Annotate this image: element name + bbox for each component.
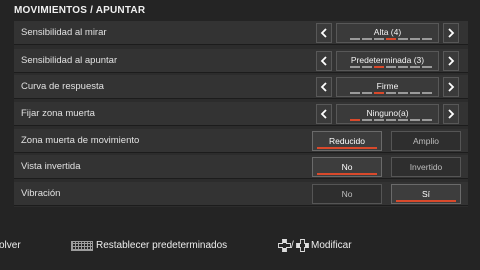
arrow-right-button[interactable] <box>443 77 459 97</box>
dpad-up-down-icon <box>278 239 291 252</box>
step-tick <box>398 38 408 40</box>
step-tick <box>422 66 432 68</box>
row-movement-deadzone: Zona muerta de movimiento Reducido Ampli… <box>14 129 468 153</box>
step-tick <box>374 38 384 40</box>
back-hint[interactable]: olver <box>0 240 21 251</box>
chevron-left-icon <box>320 56 327 66</box>
selector-value: Alta (4) <box>373 27 402 37</box>
chevron-left-icon <box>320 28 327 38</box>
modify-hint[interactable]: Modificar <box>311 240 352 251</box>
keyboard-icon <box>71 241 93 251</box>
step-tick <box>398 92 408 94</box>
step-tick <box>350 38 360 40</box>
row-response-curve[interactable]: Curva de respuesta Firme <box>14 75 468 99</box>
step-tick <box>374 66 384 68</box>
step-tick <box>398 119 408 121</box>
chevron-right-icon <box>448 28 455 38</box>
row-aim-sensitivity[interactable]: Sensibilidad al apuntar Predeterminada (… <box>14 49 468 73</box>
option-reducido-button[interactable]: Reducido <box>312 131 382 151</box>
selector-value: Firme <box>376 81 399 91</box>
step-tick <box>410 119 420 121</box>
reset-defaults-hint[interactable]: Restablecer predeterminados <box>96 240 227 251</box>
step-tick <box>386 92 396 94</box>
step-tick <box>410 92 420 94</box>
row-label: Zona muerta de movimiento <box>21 135 140 146</box>
step-tick <box>374 119 384 121</box>
step-tick <box>410 66 420 68</box>
step-indicator <box>350 92 432 94</box>
step-tick <box>386 38 396 40</box>
step-tick <box>362 119 372 121</box>
step-tick <box>350 66 360 68</box>
step-tick <box>422 92 432 94</box>
step-tick <box>398 66 408 68</box>
step-tick <box>386 119 396 121</box>
arrow-left-button[interactable] <box>316 77 332 97</box>
selector-value: Predeterminada (3) <box>350 55 425 65</box>
page-title: MOVIMIENTOS / APUNTAR <box>14 5 146 16</box>
row-label: Sensibilidad al mirar <box>21 27 107 38</box>
step-indicator <box>350 66 432 68</box>
value-selector[interactable]: Firme <box>336 77 439 97</box>
step-tick <box>362 38 372 40</box>
row-look-sensitivity[interactable]: Sensibilidad al mirar Alta (4) <box>14 21 468 45</box>
row-deadzone[interactable]: Fijar zona muerta Ninguno(a) <box>14 102 468 126</box>
step-tick <box>362 92 372 94</box>
step-tick <box>386 66 396 68</box>
chevron-right-icon <box>448 56 455 66</box>
option-amplio-button[interactable]: Amplio <box>391 131 461 151</box>
selector-value: Ninguno(a) <box>366 108 409 118</box>
option-si-button[interactable]: Sí <box>391 184 461 204</box>
step-indicator <box>350 38 432 40</box>
modify-separator: / <box>291 240 294 251</box>
footer-bar: olver Restablecer predeterminados / Modi… <box>0 238 480 254</box>
chevron-right-icon <box>448 82 455 92</box>
option-invertido-button[interactable]: Invertido <box>391 157 461 177</box>
value-selector[interactable]: Predeterminada (3) <box>336 51 439 71</box>
option-no-button[interactable]: No <box>312 157 382 177</box>
step-tick <box>374 92 384 94</box>
row-invert-look: Vista invertida No Invertido <box>14 155 468 179</box>
step-tick <box>362 66 372 68</box>
arrow-right-button[interactable] <box>443 104 459 124</box>
row-vibration: Vibración No Sí <box>14 182 468 206</box>
step-tick <box>422 119 432 121</box>
arrow-left-button[interactable] <box>316 23 332 43</box>
step-indicator <box>350 119 432 121</box>
arrow-left-button[interactable] <box>316 104 332 124</box>
row-label: Vista invertida <box>21 161 81 172</box>
value-selector[interactable]: Alta (4) <box>336 23 439 43</box>
row-label: Sensibilidad al apuntar <box>21 55 118 66</box>
option-no-button[interactable]: No <box>312 184 382 204</box>
row-label: Vibración <box>21 188 61 199</box>
step-tick <box>422 38 432 40</box>
step-tick <box>350 119 360 121</box>
row-label: Curva de respuesta <box>21 81 104 92</box>
row-label: Fijar zona muerta <box>21 108 95 119</box>
dpad-left-right-icon <box>296 239 309 252</box>
step-tick <box>350 92 360 94</box>
arrow-right-button[interactable] <box>443 51 459 71</box>
arrow-right-button[interactable] <box>443 23 459 43</box>
chevron-right-icon <box>448 109 455 119</box>
step-tick <box>410 38 420 40</box>
chevron-left-icon <box>320 109 327 119</box>
value-selector[interactable]: Ninguno(a) <box>336 104 439 124</box>
arrow-left-button[interactable] <box>316 51 332 71</box>
chevron-left-icon <box>320 82 327 92</box>
